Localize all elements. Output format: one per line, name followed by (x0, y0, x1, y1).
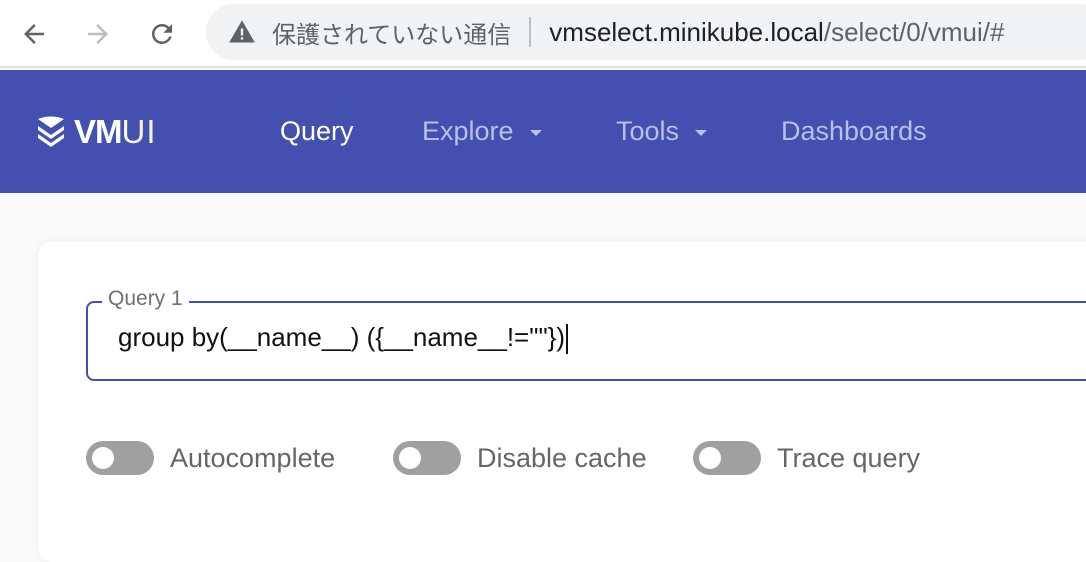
disable-cache-label: Disable cache (477, 442, 647, 473)
reload-icon (151, 23, 172, 44)
switch-knob (92, 447, 114, 469)
autocomplete-switch[interactable] (86, 441, 154, 475)
browser-toolbar: 保護されていない通信 vmselect.minikube.local/selec… (0, 0, 1086, 68)
autocomplete-label: Autocomplete (170, 442, 336, 473)
victoriametrics-logo-icon (38, 116, 64, 147)
forward-button[interactable] (80, 16, 116, 52)
nav-query[interactable]: Query (280, 116, 354, 147)
arrow-left-icon (24, 24, 44, 44)
nav-query-label: Query (280, 116, 354, 146)
query-field-label: Query 1 (102, 287, 189, 311)
query-input[interactable]: group by(__name__) ({__name__!=""}) (118, 322, 1078, 355)
query-input-value: group by(__name__) ({__name__!=""}) (118, 322, 566, 352)
trace-query-switch[interactable] (693, 441, 761, 475)
logo-text-bold: VM (74, 113, 122, 150)
app-header: VM UI Query Explore Tools Dashboards (0, 70, 1086, 193)
nav-explore[interactable]: Explore (422, 116, 542, 147)
url-host: vmselect.minikube.local (549, 16, 824, 47)
address-bar[interactable]: 保護されていない通信 vmselect.minikube.local/selec… (206, 4, 1086, 60)
text-cursor (566, 324, 569, 355)
switch-knob (699, 447, 721, 469)
url-text[interactable]: vmselect.minikube.local/select/0/vmui/# (549, 17, 1004, 48)
reload-button[interactable] (144, 16, 180, 52)
warning-triangle-icon[interactable] (228, 18, 256, 46)
chevron-down-icon (529, 129, 542, 136)
autocomplete-toggle[interactable]: Autocomplete (86, 438, 335, 478)
omnibox-divider (529, 17, 532, 47)
nav-tools[interactable]: Tools (616, 116, 708, 147)
vmui-logo[interactable]: VM UI (36, 113, 157, 150)
disable-cache-toggle[interactable]: Disable cache (393, 438, 647, 478)
nav-tools-label: Tools (616, 116, 680, 146)
trace-query-label: Trace query (777, 442, 921, 473)
logo-text-light: UI (121, 113, 157, 150)
trace-query-toggle[interactable]: Trace query (693, 438, 920, 478)
security-status: 保護されていない通信 (272, 20, 512, 49)
chevron-down-icon (695, 129, 708, 136)
arrow-right-icon (88, 24, 108, 44)
nav-dashboards-label: Dashboards (781, 116, 927, 146)
url-path: /select/0/vmui/# (823, 16, 1005, 47)
switch-knob (399, 447, 421, 469)
nav-explore-label: Explore (422, 116, 514, 146)
query-card (38, 242, 1086, 562)
back-button[interactable] (16, 16, 52, 52)
nav-dashboards[interactable]: Dashboards (781, 116, 927, 147)
disable-cache-switch[interactable] (393, 441, 461, 475)
